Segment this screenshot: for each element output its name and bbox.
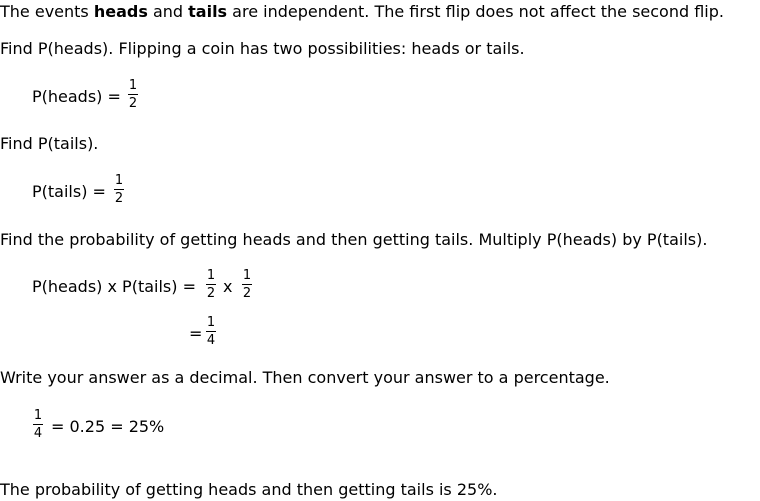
fraction-bar <box>242 284 252 285</box>
step2-text: Find P(tails). <box>0 134 99 153</box>
step3-result-denominator: 4 <box>206 333 216 348</box>
step1-equals: = <box>107 87 121 106</box>
step3-f1-numerator: 1 <box>206 268 216 283</box>
step3-result-numerator: 1 <box>206 315 216 330</box>
tails-term: tails <box>188 2 228 21</box>
step4-fraction: 1 4 <box>31 409 45 441</box>
step4-denominator: 4 <box>33 426 43 441</box>
step1-numerator: 1 <box>128 78 138 93</box>
step2-lhs: P(tails) = <box>32 182 106 202</box>
step1-fraction: 1 2 <box>126 79 140 111</box>
fraction-bar <box>206 331 216 332</box>
step2-fraction: 1 2 <box>112 174 126 206</box>
conclusion-text: The probability of getting heads and the… <box>0 480 498 499</box>
step1-denominator: 2 <box>128 96 138 111</box>
step4-text: Write your answer as a decimal. Then con… <box>0 368 610 387</box>
step3-equals: = <box>182 277 196 296</box>
step3-text: Find the probability of getting heads an… <box>0 230 708 249</box>
times-sign: x <box>223 277 233 296</box>
step2-numerator: 1 <box>114 173 124 188</box>
step2-denominator: 2 <box>114 191 124 206</box>
step2-lhs-label: P(tails) <box>32 182 88 201</box>
step2-equals: = <box>92 182 106 201</box>
step3-f2-denominator: 2 <box>242 286 252 301</box>
step3-equals-2: = <box>189 324 203 343</box>
fraction-bar <box>114 189 124 190</box>
intro-and: and <box>147 2 189 21</box>
step3-f2-numerator: 1 <box>242 268 252 283</box>
step3-lhs: P(heads) x P(tails) = <box>32 277 196 297</box>
step1-lhs-label: P(heads) <box>32 87 103 106</box>
intro-line: The events heads and tails are independe… <box>0 2 724 22</box>
fraction-bar <box>33 424 43 425</box>
intro-pre: The events <box>0 2 94 21</box>
step3-lhs-label: P(heads) x P(tails) <box>32 277 178 296</box>
step4-numerator: 1 <box>33 408 43 423</box>
fraction-bar <box>128 94 138 95</box>
step3-f1-denominator: 2 <box>206 286 216 301</box>
intro-post: are independent. The first flip does not… <box>227 2 724 21</box>
step3-fraction-2: 1 2 <box>240 269 254 301</box>
step3-fraction-1: 1 2 <box>204 269 218 301</box>
heads-term: heads <box>93 2 148 21</box>
step3-result-fraction: 1 4 <box>204 316 218 348</box>
fraction-bar <box>206 284 216 285</box>
step1-lhs: P(heads) = <box>32 87 121 107</box>
step1-text: Find P(heads). Flipping a coin has two p… <box>0 39 525 58</box>
step4-result: = 0.25 = 25% <box>51 417 165 436</box>
